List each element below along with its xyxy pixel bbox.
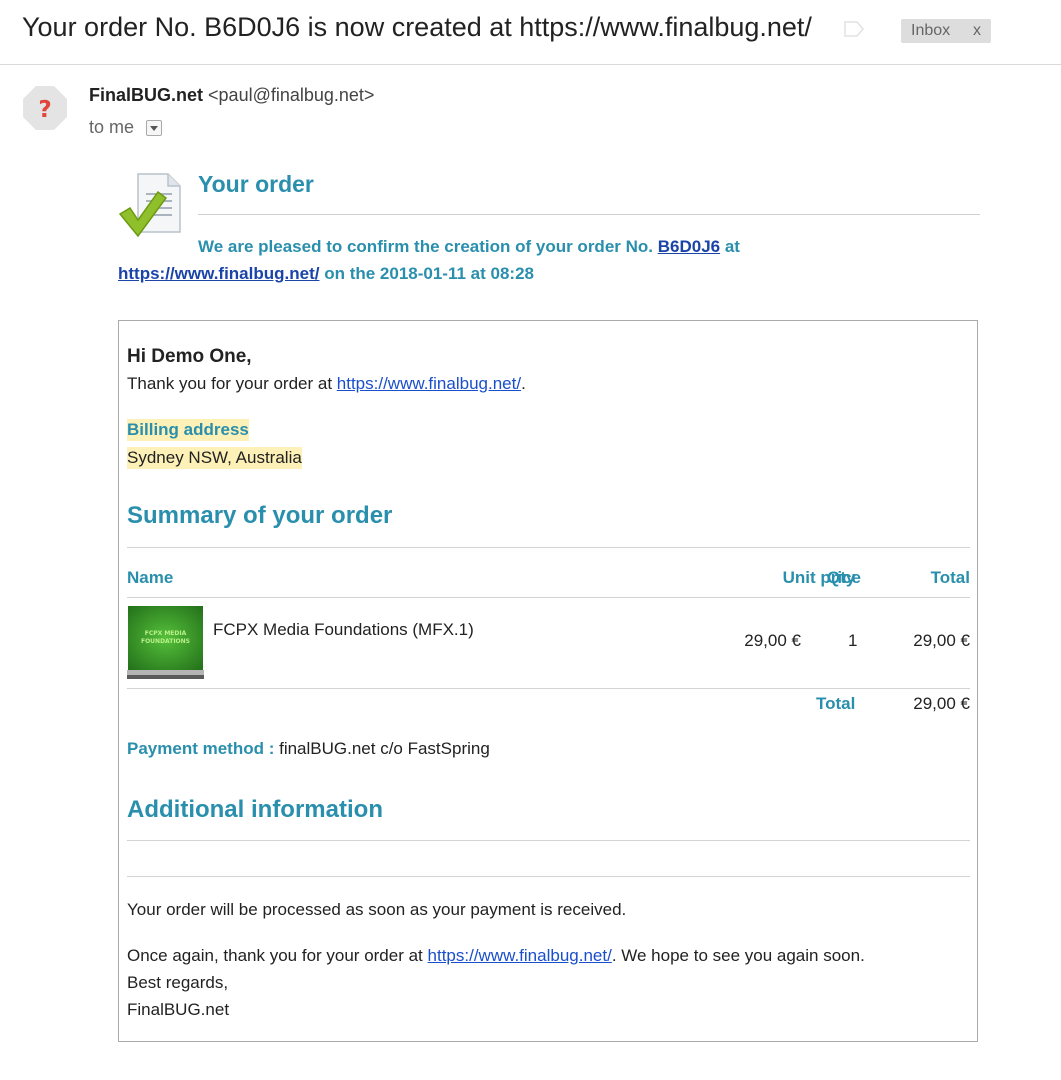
sender-email: <paul@finalbug.net> <box>208 85 375 105</box>
order-details-box: Hi Demo One, Thank you for your order at… <box>118 320 978 1042</box>
processing-note: Your order will be processed as soon as … <box>127 900 627 919</box>
email-subject: Your order No. B6D0J6 is now created at … <box>22 12 812 42</box>
product-unit-price: 29,00 € <box>744 631 801 650</box>
thumb-text-2: FOUNDATIONS <box>141 638 190 645</box>
closing-site-link[interactable]: https://www.finalbug.net/ <box>428 946 612 965</box>
product-total: 29,00 € <box>913 631 970 650</box>
additional-info-heading: Additional information <box>127 796 383 823</box>
subject-bar: Your order No. B6D0J6 is now created at … <box>0 0 1061 65</box>
product-qty: 1 <box>848 631 858 650</box>
inbox-label-chip[interactable]: Inbox x <box>901 19 991 43</box>
unknown-sender-avatar-icon: ? <box>23 86 67 130</box>
billing-address: Sydney NSW, Australia <box>127 447 302 469</box>
confirm-prefix: We are pleased to confirm the creation o… <box>198 237 653 256</box>
table-header-divider <box>127 597 970 598</box>
confirmation-line-1: We are pleased to confirm the creation o… <box>198 237 740 257</box>
order-document-check-icon <box>118 173 181 238</box>
confirm-at: at <box>724 237 740 256</box>
summary-divider <box>127 547 970 548</box>
order-number-link[interactable]: B6D0J6 <box>658 237 720 256</box>
payment-method-value: finalBUG.net c/o FastSpring <box>279 739 490 758</box>
additional-divider-2 <box>127 876 970 877</box>
header-divider <box>198 214 980 215</box>
label-tag-icon[interactable] <box>844 21 864 37</box>
again-suffix: . We hope to see you again soon. <box>611 946 865 965</box>
again-prefix: Once again, thank you for your order at <box>127 946 423 965</box>
site-link[interactable]: https://www.finalbug.net/ <box>118 264 319 283</box>
col-header-total: Total <box>930 568 970 587</box>
thumb-text-1: FCPX MEDIA <box>145 630 187 637</box>
thanks-site-link[interactable]: https://www.finalbug.net/ <box>337 374 521 393</box>
remove-label-button[interactable]: x <box>973 22 981 40</box>
product-thumbnail: FCPX MEDIA FOUNDATIONS <box>127 604 204 679</box>
order-heading: Your order <box>198 171 314 197</box>
thanks-line: Thank you for your order at https://www.… <box>127 374 526 394</box>
thanks-prefix: Thank you for your order at <box>127 374 333 393</box>
col-header-qty: Qty <box>827 568 856 587</box>
sender-line: FinalBUG.net <paul@finalbug.net> <box>89 85 374 106</box>
payment-method-label: Payment method : <box>127 739 275 758</box>
sender-name[interactable]: FinalBUG.net <box>89 85 203 105</box>
confirm-date: on the 2018-01-11 at 08:28 <box>324 264 534 283</box>
grand-total-value: 29,00 € <box>913 694 970 713</box>
inbox-label: Inbox <box>911 22 951 39</box>
col-header-name: Name <box>127 568 174 587</box>
payment-method: Payment method : finalBUG.net c/o FastSp… <box>127 739 490 759</box>
svg-text:?: ? <box>38 97 51 123</box>
billing-label: Billing address <box>127 419 249 441</box>
greeting: Hi Demo One, <box>127 346 252 367</box>
summary-heading: Summary of your order <box>127 502 393 529</box>
product-name: FCPX Media Foundations (MFX.1) <box>213 620 474 639</box>
confirmation-line-2: https://www.finalbug.net/ on the 2018-01… <box>118 264 534 284</box>
closing-thanks: Once again, thank you for your order at … <box>127 946 865 966</box>
items-divider <box>127 688 970 689</box>
recipient-text: to me <box>89 117 135 137</box>
thanks-suffix: . <box>521 374 526 393</box>
signature: FinalBUG.net <box>127 1000 230 1019</box>
show-details-dropdown-icon[interactable] <box>146 120 162 136</box>
additional-divider <box>127 840 970 841</box>
regards: Best regards, <box>127 973 229 992</box>
grand-total-label: Total <box>816 694 856 713</box>
